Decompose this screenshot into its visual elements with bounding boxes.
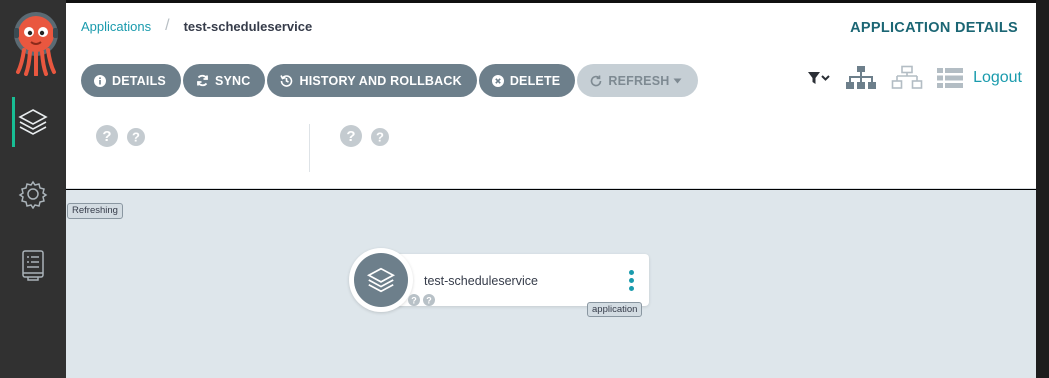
network-view-icon [891, 65, 923, 89]
action-toolbar: DETAILS SYNC HISTORY AND ROLLBACK DELETE… [81, 64, 700, 97]
sync-icon [197, 74, 208, 87]
filter-icon [808, 72, 830, 84]
status-divider [309, 124, 310, 172]
breadcrumb-applications-link[interactable]: Applications [81, 19, 151, 34]
delete-button-label: DELETE [509, 73, 561, 88]
svg-text:?: ? [426, 296, 432, 306]
health-unknown-icon: ? [96, 125, 118, 147]
nav-applications[interactable] [0, 97, 66, 147]
node-health-unknown-icon: ? [408, 294, 420, 306]
application-node-icon[interactable] [349, 248, 413, 312]
node-kind-badge: application [587, 302, 643, 317]
details-button-label: DETAILS [112, 73, 166, 88]
history-rollback-button[interactable]: HISTORY AND ROLLBACK [267, 64, 477, 97]
breadcrumb-current: test-scheduleservice [183, 18, 313, 34]
network-view-button[interactable] [891, 65, 923, 91]
resource-graph[interactable]: Refreshing test-scheduleservice ? ? appl… [66, 190, 1036, 378]
info-icon [94, 74, 106, 87]
svg-text:?: ? [411, 296, 417, 306]
nav-settings[interactable] [0, 169, 66, 219]
user-info-icon [22, 250, 44, 281]
sync-button[interactable]: SYNC [182, 64, 266, 97]
node-status-icons: ? ? [408, 294, 435, 306]
list-view-icon [937, 68, 964, 88]
status-summary: ? ? ? ? [66, 107, 1036, 189]
settings-gear-icon [18, 180, 48, 209]
refreshing-badge: Refreshing [67, 203, 123, 219]
status-unknown-icon: ? [340, 125, 362, 147]
view-tools: Logout [793, 65, 1022, 91]
sync-unknown-icon: ? [127, 128, 145, 146]
svg-text:?: ? [132, 130, 140, 145]
breadcrumb-separator: / [165, 17, 170, 34]
history-rollback-button-label: HISTORY AND ROLLBACK [299, 73, 462, 88]
refresh-button[interactable]: REFRESH [577, 64, 699, 97]
applications-icon [18, 109, 48, 135]
page-title: APPLICATION DETAILS [850, 20, 1018, 36]
delete-circle-icon [491, 74, 504, 87]
node-sync-unknown-icon: ? [423, 294, 435, 306]
nav-user-info[interactable] [0, 240, 66, 290]
logout-link[interactable]: Logout [973, 69, 1022, 87]
breadcrumb: Applications / test-scheduleservice [81, 17, 312, 35]
sidebar [0, 0, 66, 378]
sync-status: ? ? [340, 125, 389, 147]
delete-button[interactable]: DELETE [478, 64, 576, 97]
svg-text:?: ? [376, 130, 384, 145]
application-node-name: test-scheduleservice [424, 274, 538, 288]
list-view-button[interactable] [937, 67, 964, 89]
refresh-button-label: REFRESH [608, 73, 670, 88]
status-unknown-small-icon: ? [371, 128, 389, 146]
tree-view-icon [846, 66, 877, 89]
header-panel: Applications / test-scheduleservice APPL… [66, 3, 1036, 189]
tree-view-button[interactable] [845, 65, 877, 91]
sync-button-label: SYNC [214, 73, 251, 88]
caret-down-icon [673, 78, 682, 83]
filter-button[interactable] [807, 70, 831, 86]
applications-icon [366, 267, 396, 293]
details-button[interactable]: DETAILS [81, 64, 181, 97]
svg-text:?: ? [346, 128, 355, 145]
argo-logo[interactable] [12, 12, 60, 77]
health-status: ? ? [96, 125, 145, 147]
refresh-icon [591, 75, 602, 86]
history-icon [280, 75, 293, 87]
window-edge [1036, 0, 1049, 378]
node-menu-icon[interactable] [629, 270, 635, 294]
svg-text:?: ? [102, 128, 111, 145]
